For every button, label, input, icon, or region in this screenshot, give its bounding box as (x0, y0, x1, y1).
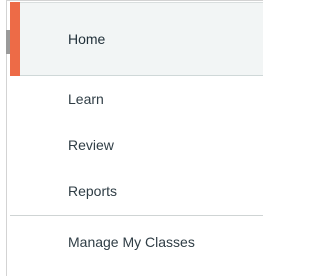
nav-item-label: Learn (68, 91, 104, 107)
nav-item-home[interactable]: Home (10, 2, 263, 76)
nav-item-reports[interactable]: Reports (10, 168, 263, 214)
nav-item-label: Reports (68, 183, 118, 199)
nav-item-label: Home (68, 31, 106, 47)
navigation-menu: Home Learn Review Reports Manage My Clas… (0, 0, 263, 276)
nav-item-review[interactable]: Review (10, 122, 263, 168)
active-indicator-bar (10, 2, 20, 76)
nav-item-label: Manage My Classes (68, 234, 195, 250)
nav-item-manage-my-classes[interactable]: Manage My Classes (10, 216, 263, 268)
menu-top-border (6, 0, 263, 1)
nav-item-label: Review (68, 137, 114, 153)
nav-item-learn[interactable]: Learn (10, 76, 263, 122)
